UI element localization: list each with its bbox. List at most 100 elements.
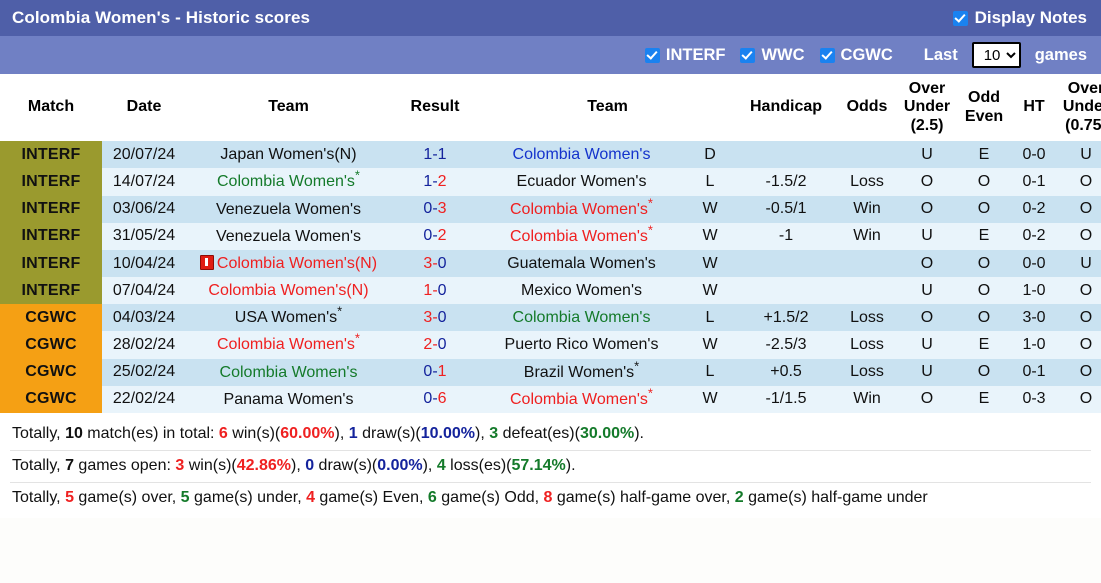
filter-interf-checkbox[interactable] (644, 47, 660, 63)
filter-wwc-checkbox[interactable] (740, 47, 756, 63)
cell-over-under-075: U (1056, 249, 1101, 278)
display-notes-checkbox[interactable] (952, 10, 968, 26)
cell-match[interactable]: INTERF (0, 222, 102, 250)
cell-score[interactable]: 2-0 (391, 331, 479, 359)
table-row[interactable]: CGWC 22/02/24 Panama Women's 0-6 Colombia Wo… (0, 385, 1101, 414)
summary-text: ). (565, 457, 576, 475)
col-header-over-under-25[interactable]: Over Under (2.5) (898, 74, 957, 142)
cell-ht: 0-3 (1012, 385, 1057, 414)
col-header-team-home[interactable]: Team (186, 74, 391, 142)
cell-home-team[interactable]: Panama Women's (186, 385, 391, 414)
cell-match[interactable]: CGWC (0, 385, 102, 414)
cell-away-team[interactable]: Brazil Women's* (479, 358, 684, 386)
cell-handicap (736, 249, 837, 278)
cell-away-team[interactable]: Colombia Women's (479, 141, 684, 169)
cell-score[interactable]: 0-6 (391, 385, 479, 414)
away-star-marker: * (647, 222, 653, 238)
table-row[interactable]: INTERF 03/06/24 Venezuela Women's 0-3 Colomb… (0, 195, 1101, 223)
cell-home-team[interactable]: Japan Women's(N) (186, 141, 391, 169)
summary-text: game(s) under, (189, 489, 307, 507)
cell-home-team[interactable]: Venezuela Women's (186, 222, 391, 250)
cell-away-team[interactable]: Colombia Women's (479, 304, 684, 332)
cell-date: 25/02/24 (102, 358, 186, 386)
cell-match[interactable]: CGWC (0, 358, 102, 386)
table-row[interactable]: INTERF 14/07/24 Colombia Women's* 1-2 Ecuado… (0, 168, 1101, 196)
home-team-name: Colombia Women's (219, 363, 358, 381)
cell-score[interactable]: 1-1 (391, 141, 479, 169)
col-header-ht[interactable]: HT (1012, 74, 1057, 142)
cell-ht: 3-0 (1012, 304, 1057, 332)
cell-away-team[interactable]: Ecuador Women's (479, 168, 684, 196)
open-total: 7 (65, 457, 74, 475)
cell-home-team[interactable]: Colombia Women's(N) (186, 249, 391, 278)
cell-score[interactable]: 3-0 (391, 304, 479, 332)
cell-score[interactable]: 0-2 (391, 222, 479, 250)
cell-over-under-25: O (898, 249, 957, 278)
cell-score[interactable]: 0-1 (391, 358, 479, 386)
table-row[interactable]: INTERF 20/07/24 Japan Women's(N) 1-1 Colombi… (0, 141, 1101, 169)
cell-away-team[interactable]: Colombia Women's* (479, 195, 684, 223)
col-header-handicap[interactable]: Handicap (736, 74, 837, 142)
cell-score[interactable]: 3-0 (391, 249, 479, 278)
cell-home-team[interactable]: Colombia Women's* (186, 168, 391, 196)
display-notes-group[interactable]: Display Notes (952, 8, 1087, 28)
cell-home-team[interactable]: Venezuela Women's (186, 195, 391, 223)
table-row[interactable]: INTERF 31/05/24 Venezuela Women's 0-2 Colomb… (0, 222, 1101, 250)
cell-match[interactable]: INTERF (0, 141, 102, 169)
cell-away-team[interactable]: Guatemala Women's (479, 249, 684, 278)
cell-away-team[interactable]: Colombia Women's* (479, 222, 684, 250)
cell-date: 22/02/24 (102, 385, 186, 414)
cell-over-under-25: U (898, 277, 957, 305)
home-star-marker: * (354, 331, 360, 347)
table-row[interactable]: INTERF 10/04/24 Colombia Women's(N) 3-0 Guat… (0, 249, 1101, 278)
filter-interf[interactable]: INTERF (644, 46, 725, 65)
cell-date: 03/06/24 (102, 195, 186, 223)
filter-wwc[interactable]: WWC (740, 46, 805, 65)
col-header-match[interactable]: Match (0, 74, 102, 142)
col-header-odd-even[interactable]: Odd Even (956, 74, 1013, 142)
col-header-team-away[interactable]: Team (479, 74, 737, 142)
cell-away-team[interactable]: Puerto Rico Women's (479, 331, 684, 359)
summary-line-total: Totally, 10 match(es) in total: 6 win(s)… (10, 419, 1091, 452)
score-home: 0 (423, 363, 433, 381)
filter-cgwc[interactable]: CGWC (819, 46, 893, 65)
cell-match[interactable]: INTERF (0, 168, 102, 196)
defeat-count: 3 (489, 425, 499, 443)
cell-over-under-25: U (898, 141, 957, 169)
col-header-over-under-075[interactable]: OverUnder(0.75) (1056, 74, 1101, 142)
score-home: 1 (423, 145, 433, 163)
table-row[interactable]: CGWC 04/03/24 USA Women's* 3-0 Colombia Wome… (0, 303, 1101, 332)
table-header-row: Match Date Team Result Team Handicap Odd… (0, 74, 1101, 142)
cell-match[interactable]: INTERF (0, 277, 102, 305)
cell-match[interactable]: CGWC (0, 331, 102, 359)
summary-text: ), (290, 457, 306, 475)
filter-cgwc-checkbox[interactable] (819, 47, 835, 63)
cell-score[interactable]: 1-2 (391, 168, 479, 196)
cell-match[interactable]: INTERF (0, 195, 102, 223)
col-header-odds[interactable]: Odds (836, 74, 899, 142)
cell-home-team[interactable]: Colombia Women's (186, 358, 391, 386)
cell-ht: 0-1 (1012, 358, 1057, 386)
cell-date: 31/05/24 (102, 222, 186, 250)
cell-ht: 1-0 (1012, 277, 1057, 305)
cell-score[interactable]: 1-0 (391, 277, 479, 305)
filter-bar: INTERF WWC CGWC Last 510203050 games (0, 36, 1101, 74)
table-row[interactable]: CGWC 28/02/24 Colombia Women's* 2-0 Puerto R… (0, 331, 1101, 359)
table-row[interactable]: INTERF 07/04/24 Colombia Women's(N) 1-0 Mexi… (0, 277, 1101, 305)
cell-match[interactable]: CGWC (0, 304, 102, 332)
home-star-marker: * (337, 303, 343, 319)
cell-home-team[interactable]: Colombia Women's(N) (186, 277, 391, 305)
summary-text: game(s) half-game over, (552, 489, 735, 507)
summary-text: loss(es)( (445, 457, 512, 475)
table-row[interactable]: CGWC 25/02/24 Colombia Women's 0-1 Brazil Wo… (0, 358, 1101, 386)
cell-match[interactable]: INTERF (0, 249, 102, 278)
col-header-result[interactable]: Result (391, 74, 479, 142)
col-header-date[interactable]: Date (102, 74, 186, 142)
cell-score[interactable]: 0-3 (391, 195, 479, 223)
cell-away-team[interactable]: Colombia Women's* (479, 385, 684, 414)
cell-away-team[interactable]: Mexico Women's (479, 277, 684, 305)
games-count-select[interactable]: 510203050 (971, 42, 1021, 68)
cell-home-team[interactable]: USA Women's* (186, 303, 391, 332)
cell-wdl: D (684, 141, 737, 169)
cell-home-team[interactable]: Colombia Women's* (186, 331, 391, 359)
